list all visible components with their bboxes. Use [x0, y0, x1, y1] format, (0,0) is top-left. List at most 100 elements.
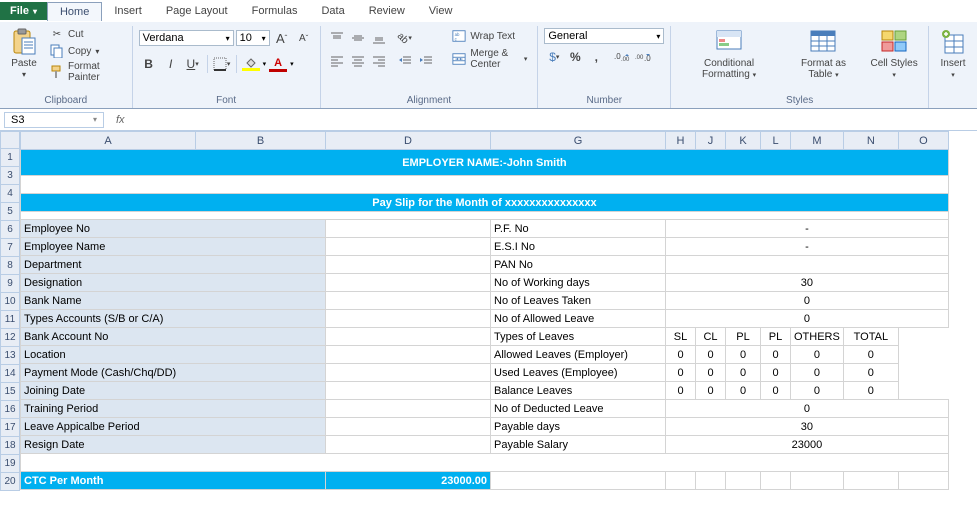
tab-data[interactable]: Data: [309, 2, 356, 20]
cell[interactable]: 23000: [666, 436, 949, 454]
row-header-5[interactable]: 5: [0, 203, 20, 221]
col-header-G[interactable]: G: [491, 132, 666, 150]
col-header-O[interactable]: O: [898, 132, 948, 150]
row-header-18[interactable]: 18: [0, 437, 20, 455]
cell[interactable]: Payable Salary: [491, 436, 666, 454]
cell[interactable]: Training Period: [21, 400, 326, 418]
increase-decimal-button[interactable]: .0.00: [612, 47, 632, 67]
name-box[interactable]: S3▾: [4, 112, 104, 128]
row-header-19[interactable]: 19: [0, 455, 20, 473]
cell[interactable]: -: [666, 220, 949, 238]
col-header-K[interactable]: K: [726, 132, 761, 150]
merge-center-button[interactable]: Merge & Center ▾: [448, 47, 531, 71]
cell[interactable]: 0: [666, 292, 949, 310]
cut-button[interactable]: ✂Cut: [46, 26, 126, 42]
cell[interactable]: 0: [696, 364, 726, 382]
font-color-button[interactable]: A: [268, 54, 288, 74]
cell[interactable]: Resign Date: [21, 436, 326, 454]
insert-cells-button[interactable]: Insert▾: [935, 26, 971, 82]
decrease-decimal-button[interactable]: .00.0: [633, 47, 653, 67]
cell[interactable]: No of Working days: [491, 274, 666, 292]
cell[interactable]: CL: [696, 328, 726, 346]
cell[interactable]: 23000.00: [326, 472, 491, 490]
cell[interactable]: -: [666, 238, 949, 256]
cell[interactable]: P.F. No: [491, 220, 666, 238]
cell[interactable]: [326, 310, 491, 328]
select-all-corner[interactable]: [0, 131, 20, 149]
align-left-button[interactable]: [327, 51, 347, 71]
cell[interactable]: [21, 176, 949, 194]
fill-color-button[interactable]: [241, 54, 261, 74]
cell[interactable]: PL: [761, 328, 791, 346]
row-header-10[interactable]: 10: [0, 293, 20, 311]
align-right-button[interactable]: [369, 51, 389, 71]
cell[interactable]: 0: [666, 364, 696, 382]
cell[interactable]: 0: [726, 382, 761, 400]
cell[interactable]: [666, 256, 949, 274]
cell[interactable]: [326, 364, 491, 382]
spreadsheet-grid[interactable]: 134567891011121314151617181920 ABDGHJKLM…: [0, 131, 977, 490]
row-header-14[interactable]: 14: [0, 365, 20, 383]
cell[interactable]: Designation: [21, 274, 326, 292]
decrease-indent-button[interactable]: [395, 51, 415, 71]
col-header-H[interactable]: H: [666, 132, 696, 150]
cell[interactable]: [761, 472, 791, 490]
cell[interactable]: Payable days: [491, 418, 666, 436]
tab-home[interactable]: Home: [47, 2, 102, 21]
row-header-1[interactable]: 1: [0, 149, 20, 167]
cell[interactable]: Employee Name: [21, 238, 326, 256]
row-headers[interactable]: 134567891011121314151617181920: [0, 149, 20, 491]
cell[interactable]: 0: [791, 364, 844, 382]
cell[interactable]: [326, 382, 491, 400]
align-center-button[interactable]: [348, 51, 368, 71]
cell[interactable]: [326, 346, 491, 364]
cell[interactable]: [326, 238, 491, 256]
cell[interactable]: No of Allowed Leave: [491, 310, 666, 328]
formula-input[interactable]: [133, 113, 977, 127]
currency-button[interactable]: $▾: [544, 47, 564, 67]
cell[interactable]: Types Accounts (S/B or C/A): [21, 310, 326, 328]
cell[interactable]: 0: [843, 364, 898, 382]
cell[interactable]: [326, 220, 491, 238]
border-button[interactable]: ▾: [212, 54, 232, 74]
tab-formulas[interactable]: Formulas: [240, 2, 310, 20]
cell-styles-button[interactable]: Cell Styles ▾: [866, 26, 922, 82]
row-header-12[interactable]: 12: [0, 329, 20, 347]
font-size-dropdown[interactable]: 10▾: [236, 30, 270, 46]
italic-button[interactable]: I: [161, 54, 181, 74]
cell[interactable]: [326, 400, 491, 418]
cell[interactable]: Department: [21, 256, 326, 274]
cell[interactable]: No of Deducted Leave: [491, 400, 666, 418]
cell[interactable]: OTHERS: [791, 328, 844, 346]
cell[interactable]: PL: [726, 328, 761, 346]
conditional-formatting-button[interactable]: Conditional Formatting ▾: [677, 26, 780, 82]
col-header-J[interactable]: J: [696, 132, 726, 150]
cell[interactable]: [726, 472, 761, 490]
orientation-button[interactable]: ab▾: [395, 28, 415, 48]
col-header-N[interactable]: N: [843, 132, 898, 150]
cell[interactable]: 30: [666, 274, 949, 292]
col-header-B[interactable]: B: [196, 132, 326, 150]
cell[interactable]: [326, 256, 491, 274]
cell[interactable]: [326, 274, 491, 292]
row-header-6[interactable]: 6: [0, 221, 20, 239]
align-middle-button[interactable]: [348, 28, 368, 48]
font-name-dropdown[interactable]: Verdana▾: [139, 30, 234, 46]
row-header-8[interactable]: 8: [0, 257, 20, 275]
col-header-A[interactable]: A: [21, 132, 196, 150]
cell[interactable]: EMPLOYER NAME:-John Smith: [21, 150, 949, 176]
cell[interactable]: Pay Slip for the Month of xxxxxxxxxxxxxx…: [21, 194, 949, 212]
cell[interactable]: Location: [21, 346, 326, 364]
cell[interactable]: [491, 472, 666, 490]
cell[interactable]: 0: [726, 364, 761, 382]
format-as-table-button[interactable]: Format as Table ▾: [785, 26, 862, 82]
format-painter-button[interactable]: Format Painter: [46, 60, 126, 84]
cell[interactable]: 0: [843, 346, 898, 364]
cell[interactable]: 0: [791, 382, 844, 400]
paste-button[interactable]: Paste▾: [6, 26, 42, 82]
cell[interactable]: 0: [666, 346, 696, 364]
cell[interactable]: SL: [666, 328, 696, 346]
percent-button[interactable]: %: [565, 47, 585, 67]
row-header-3[interactable]: 3: [0, 167, 20, 185]
row-header-16[interactable]: 16: [0, 401, 20, 419]
